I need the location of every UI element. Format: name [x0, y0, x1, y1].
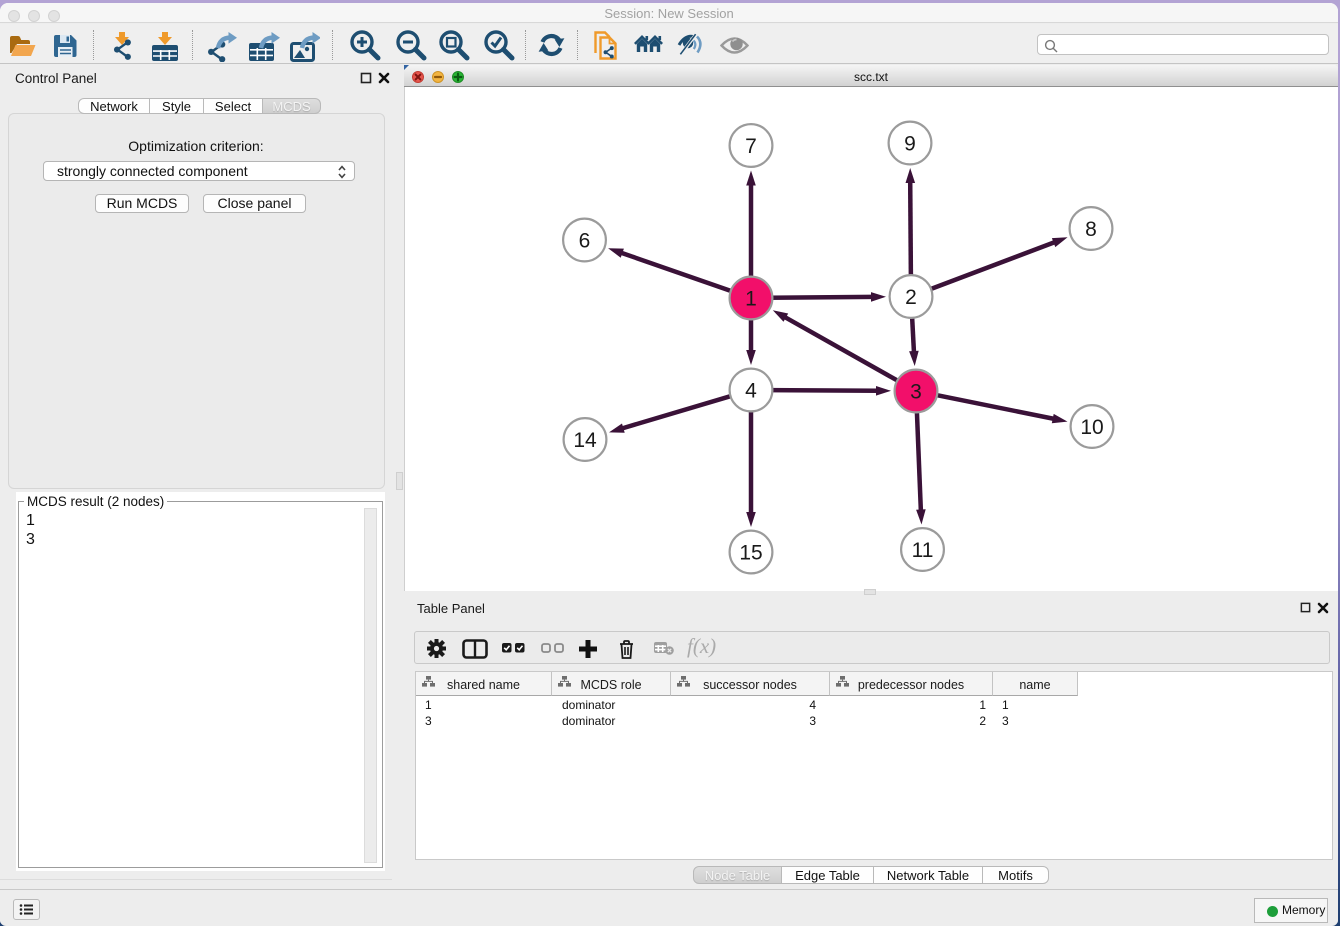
svg-text:2: 2	[905, 286, 917, 309]
svg-text:11: 11	[912, 539, 934, 562]
svg-text:10: 10	[1080, 416, 1103, 439]
svg-text:8: 8	[1085, 218, 1097, 241]
svg-text:3: 3	[910, 381, 922, 404]
svg-text:14: 14	[573, 429, 597, 452]
svg-text:9: 9	[904, 133, 916, 156]
svg-text:4: 4	[745, 380, 757, 403]
svg-text:6: 6	[579, 230, 591, 253]
svg-text:7: 7	[745, 135, 757, 158]
svg-text:1: 1	[745, 288, 757, 311]
svg-text:15: 15	[739, 542, 762, 565]
